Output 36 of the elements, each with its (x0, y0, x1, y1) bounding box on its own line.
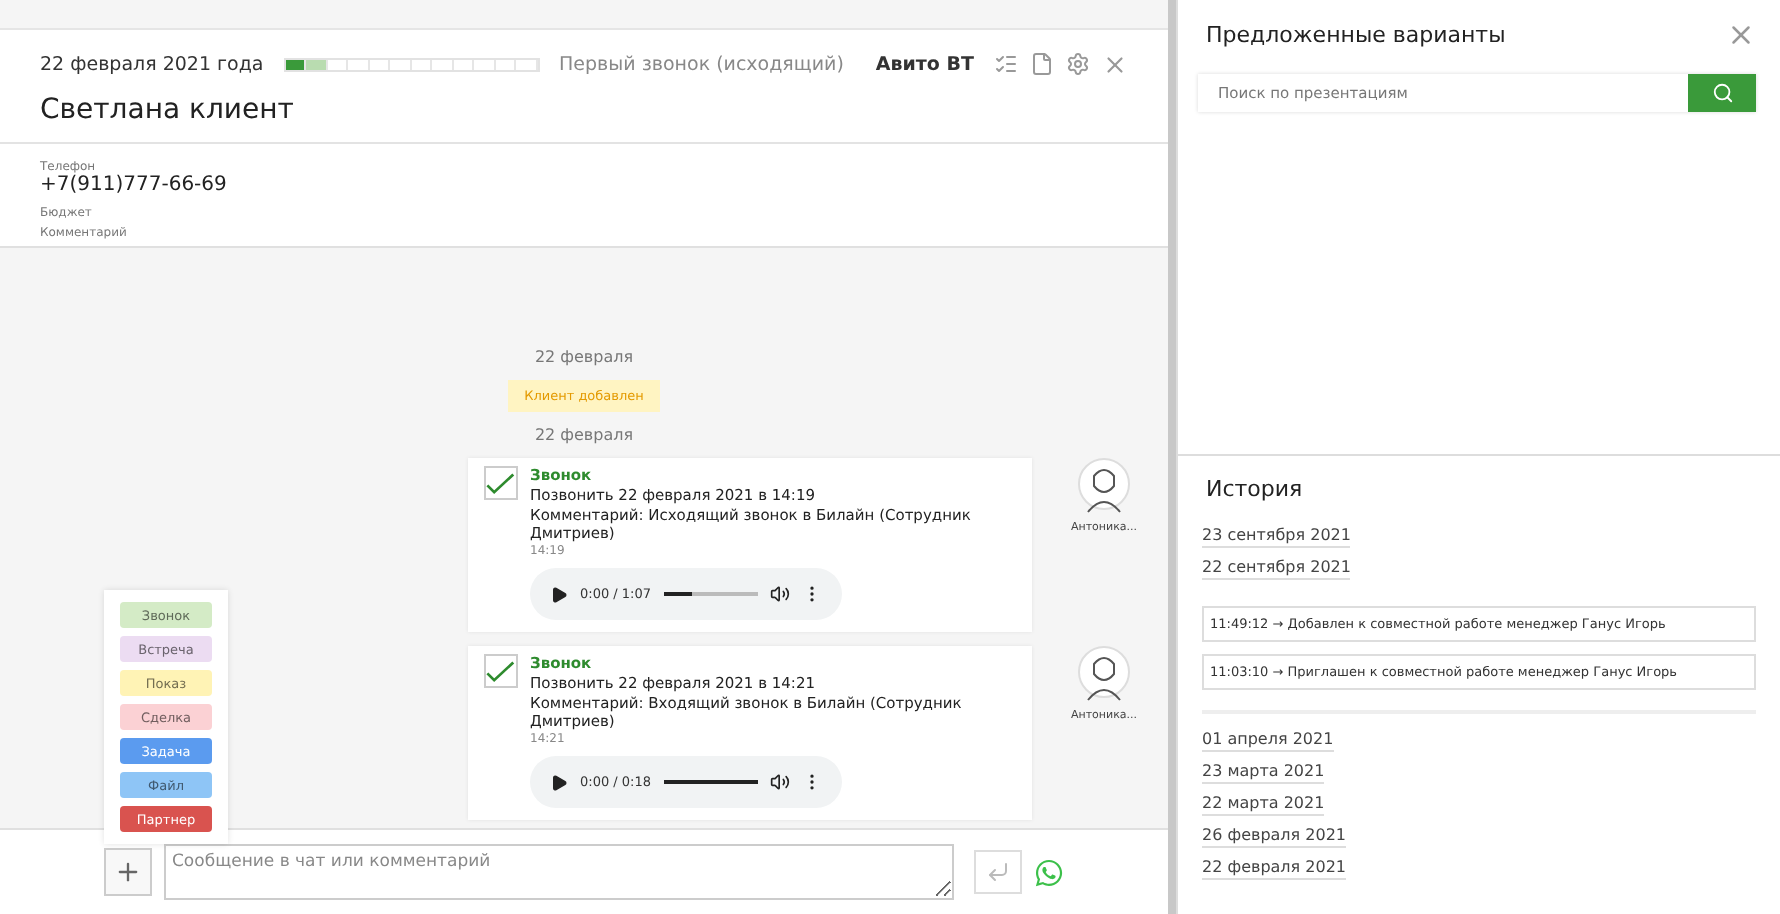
stage-name: Первый звонок (исходящий) (559, 53, 844, 75)
settings-icon[interactable] (1066, 51, 1090, 75)
field-value: +7(911)777-66-69 (40, 174, 229, 196)
history-date-link[interactable]: 22 сентября 2021 (1202, 558, 1351, 580)
panel-title: Предложенные варианты (1206, 22, 1506, 48)
whatsapp-icon[interactable] (1034, 857, 1064, 887)
deal-source: Авито ВТ (875, 53, 974, 75)
feed-date: 22 февраля (534, 426, 634, 444)
feed-date: 22 февраля (534, 348, 634, 366)
client-name: Светлана клиент (0, 82, 1168, 144)
checklist-icon[interactable] (994, 51, 1018, 75)
search-button[interactable] (1688, 74, 1756, 112)
message-field[interactable]: Сообщение в чат или комментарий (164, 844, 954, 900)
close-icon[interactable] (1726, 20, 1756, 50)
close-icon[interactable] (1102, 51, 1128, 77)
volume-icon[interactable] (770, 584, 790, 604)
history-date-link[interactable]: 01 апреля 2021 (1202, 730, 1334, 752)
history-date-link[interactable]: 22 февраля 2021 (1202, 858, 1347, 880)
document-icon[interactable] (1030, 51, 1054, 75)
history-date-link[interactable]: 22 марта 2021 (1202, 794, 1325, 816)
add-button[interactable] (104, 848, 152, 896)
plus-icon (114, 858, 142, 886)
play-icon[interactable] (550, 585, 568, 603)
play-icon[interactable] (550, 773, 568, 791)
history-title: История (1206, 476, 1305, 502)
user-avatar-icon (1078, 458, 1130, 518)
return-arrow-icon (986, 860, 1010, 884)
history-date-link[interactable]: 23 марта 2021 (1202, 762, 1325, 784)
done-checkbox[interactable] (484, 466, 518, 500)
deal-date: 22 февраля 2021 года (40, 53, 264, 75)
history-date-link[interactable]: 26 февраля 2021 (1202, 826, 1347, 848)
search-icon (1711, 82, 1733, 104)
history-date-link[interactable]: 23 сентября 2021 (1202, 526, 1351, 548)
done-checkbox[interactable] (484, 654, 518, 688)
user-avatar-icon (1078, 646, 1130, 706)
volume-icon[interactable] (770, 772, 790, 792)
